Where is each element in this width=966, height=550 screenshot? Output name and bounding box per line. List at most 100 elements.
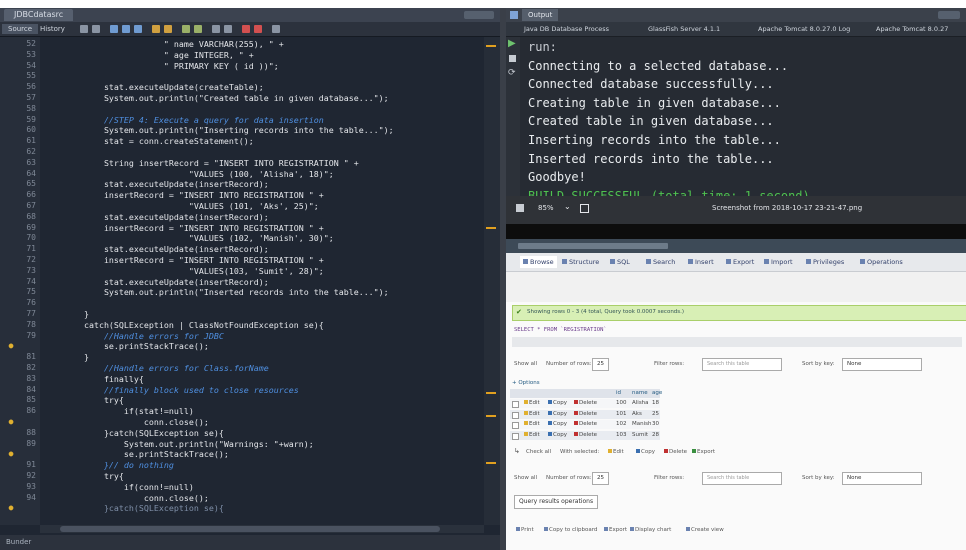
viewer-menu-icon[interactable]	[516, 204, 524, 212]
code-line[interactable]: try{	[44, 395, 124, 405]
search-icon[interactable]	[110, 25, 118, 33]
output-tab[interactable]: Java DB Database Process	[524, 24, 609, 34]
filter-search-input[interactable]: Search this table	[702, 358, 782, 371]
output-tab[interactable]: GlassFish Server 4.1.1	[648, 24, 720, 34]
back-icon[interactable]	[80, 25, 88, 33]
delete-link[interactable]: Delete	[574, 431, 597, 440]
zoom-dropdown-chevron-icon[interactable]: ⌄	[564, 202, 571, 211]
shift-right-icon[interactable]	[194, 25, 202, 33]
pma-tab-browse[interactable]: Browse	[520, 256, 557, 268]
code-line[interactable]: " PRIMARY KEY ( id ))";	[44, 61, 279, 71]
editor-window-controls[interactable]	[464, 11, 494, 19]
editor-vertical-scrollbar[interactable]	[484, 37, 500, 525]
sort-by-key-select[interactable]: None	[842, 358, 922, 371]
delete-link[interactable]: Delete	[574, 410, 597, 419]
query-op-create-view[interactable]: Create view	[686, 527, 724, 533]
code-line[interactable]: String insertRecord = "INSERT INTO REGIS…	[44, 158, 359, 168]
diff-icon[interactable]	[272, 25, 280, 33]
code-line[interactable]: " age INTEGER, " +	[44, 50, 254, 60]
column-header-age[interactable]: age	[652, 389, 662, 398]
source-tab[interactable]: Source	[2, 24, 39, 34]
find-next-icon[interactable]	[134, 25, 142, 33]
zoom-level[interactable]: 85%	[538, 203, 554, 213]
bulk-edit-button[interactable]: Edit	[608, 449, 624, 455]
pma-tab-structure[interactable]: Structure	[562, 256, 599, 268]
copy-link[interactable]: Copy	[548, 410, 567, 419]
warning-marker[interactable]	[486, 415, 496, 417]
code-line[interactable]: System.out.println("Warnings: "+warn);	[44, 439, 314, 449]
delete-link[interactable]: Delete	[574, 420, 597, 429]
code-line[interactable]: se.printStackTrace();	[44, 341, 209, 351]
code-line[interactable]: "VALUES (102, 'Manish', 30)";	[44, 233, 334, 243]
code-line[interactable]: System.out.println("Inserting records in…	[44, 125, 394, 135]
comment-icon[interactable]	[212, 25, 220, 33]
query-op-copy-to-clipboard[interactable]: Copy to clipboard	[544, 527, 597, 533]
code-line[interactable]: "VALUES (100, 'Alisha', 18)";	[44, 169, 334, 179]
column-header-name[interactable]: name	[632, 389, 648, 398]
history-tab[interactable]: History	[34, 24, 71, 34]
editor-horizontal-scrollbar[interactable]	[40, 525, 484, 533]
show-all-checkbox[interactable]: Show all	[514, 361, 537, 367]
output-title-tab[interactable]: Output	[522, 9, 559, 21]
pma-tab-privileges[interactable]: Privileges	[806, 256, 844, 268]
stop-icon[interactable]	[509, 55, 516, 62]
code-line[interactable]: "VALUES(103, 'Sumit', 28)";	[44, 266, 324, 276]
pma-tab-export[interactable]: Export	[726, 256, 754, 268]
code-line[interactable]: //Handle errors for JDBC	[44, 331, 224, 341]
code-line[interactable]: stat.executeUpdate(insertRecord);	[44, 244, 269, 254]
toggle-bookmark-icon[interactable]	[164, 25, 172, 33]
code-line[interactable]: se.printStackTrace();	[44, 449, 229, 459]
code-line[interactable]: conn.close();	[44, 417, 209, 427]
pma-tab-operations[interactable]: Operations	[860, 256, 903, 268]
code-line[interactable]: insertRecord = "INSERT INTO REGISTRATION…	[44, 223, 324, 233]
code-line[interactable]: }catch(SQLException se){	[44, 428, 224, 438]
pma-tab-insert[interactable]: Insert	[688, 256, 714, 268]
row-checkbox[interactable]	[512, 411, 519, 419]
rerun-icon[interactable]: ⟳	[508, 69, 516, 78]
uncomment-icon[interactable]	[224, 25, 232, 33]
code-area[interactable]: " name VARCHAR(255), " + " age INTEGER, …	[44, 37, 484, 525]
code-line[interactable]: if(stat!=null)	[44, 406, 194, 416]
code-line[interactable]: }	[44, 309, 89, 319]
query-op-display-chart[interactable]: Display chart	[630, 527, 671, 533]
check-all-checkbox[interactable]: Check all	[526, 449, 551, 455]
bulk-delete-button[interactable]: Delete	[664, 449, 687, 455]
code-line[interactable]: stat = conn.createStatement();	[44, 136, 254, 146]
code-line[interactable]: catch(SQLException | ClassNotFoundExcept…	[44, 320, 324, 330]
pma-tab-search[interactable]: Search	[646, 256, 675, 268]
scroll-thumb[interactable]	[60, 526, 440, 532]
code-line[interactable]: stat.executeUpdate(insertRecord);	[44, 212, 269, 222]
sort-by-key-select-bottom[interactable]: None	[842, 472, 922, 485]
warning-marker[interactable]	[486, 392, 496, 394]
code-line[interactable]: finally{	[44, 374, 144, 384]
rows-per-page-select-bottom[interactable]: 25	[592, 472, 609, 485]
stop-macro-icon[interactable]	[254, 25, 262, 33]
edit-link[interactable]: Edit	[524, 420, 540, 429]
output-window-controls[interactable]	[938, 11, 960, 19]
delete-link[interactable]: Delete	[574, 399, 597, 408]
error-marker[interactable]	[486, 45, 496, 47]
output-tab[interactable]: Apache Tomcat 8.0.27.0 Log	[758, 24, 850, 34]
code-line[interactable]: //STEP 4: Execute a query for data inser…	[44, 115, 324, 125]
copy-link[interactable]: Copy	[548, 431, 567, 440]
row-checkbox[interactable]	[512, 432, 519, 440]
show-all-checkbox-bottom[interactable]: Show all	[514, 475, 537, 481]
code-line[interactable]: System.out.println("Created table in giv…	[44, 93, 389, 103]
code-line[interactable]: stat.executeUpdate(createTable);	[44, 82, 264, 92]
forward-icon[interactable]	[92, 25, 100, 33]
run-icon[interactable]: ▶	[508, 39, 516, 49]
code-line[interactable]: insertRecord = "INSERT INTO REGISTRATION…	[44, 190, 324, 200]
column-header-id[interactable]: id	[616, 389, 621, 398]
query-op-print[interactable]: Print	[516, 527, 534, 533]
pma-tab-sql[interactable]: SQL	[610, 256, 630, 268]
bulk-copy-button[interactable]: Copy	[636, 449, 655, 455]
copy-link[interactable]: Copy	[548, 420, 567, 429]
shift-left-icon[interactable]	[182, 25, 190, 33]
code-line[interactable]: stat.executeUpdate(insertRecord);	[44, 277, 269, 287]
code-line[interactable]: //Handle errors for Class.forName	[44, 363, 269, 373]
copy-link[interactable]: Copy	[548, 399, 567, 408]
code-line[interactable]: }	[44, 352, 89, 362]
code-line[interactable]: }catch(SQLException se){	[44, 503, 224, 513]
code-line[interactable]: //finally block used to close resources	[44, 385, 299, 395]
bookmark-icon[interactable]	[152, 25, 160, 33]
